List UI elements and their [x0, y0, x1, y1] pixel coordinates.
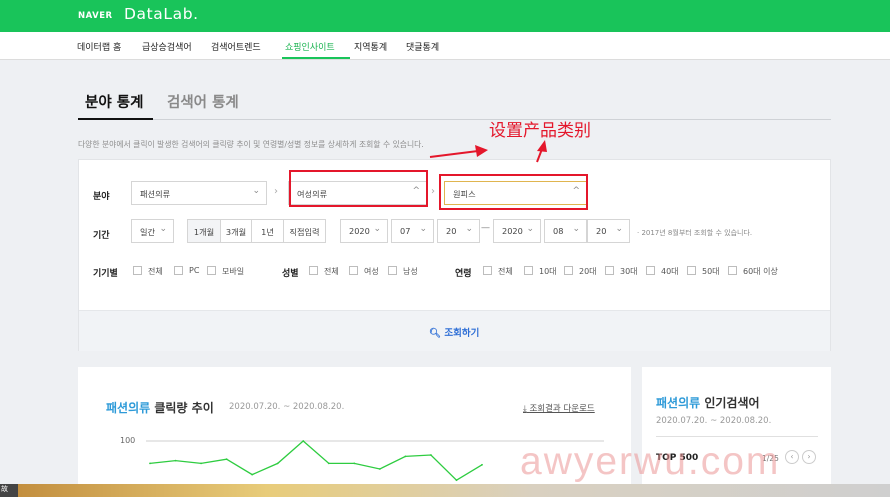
data-point-8 [353, 462, 356, 465]
data-point-6 [302, 440, 305, 442]
data-point-0 [149, 462, 151, 465]
popular-date-range: 2020.07.20. ~ 2020.08.20. [656, 416, 772, 426]
next-page-icon[interactable]: › [802, 450, 816, 464]
prev-page-icon[interactable]: ‹ [785, 450, 799, 464]
popular-title: 패션의류 인기검색어 [656, 394, 760, 411]
series-line [149, 440, 483, 482]
popular-title-rest: 인기검색어 [700, 396, 760, 410]
data-point-7 [327, 462, 330, 465]
annotation-arrow-head [537, 140, 547, 152]
taskbar-start[interactable]: 故 [0, 484, 18, 497]
popular-title-category: 패션의류 [656, 396, 701, 410]
data-point-9 [378, 468, 381, 470]
watermark: awyerwu.com [520, 440, 781, 483]
data-point-13 [481, 463, 483, 466]
data-point-4 [251, 473, 254, 476]
data-point-3 [225, 458, 228, 461]
data-point-5 [276, 462, 279, 465]
annotation-arrow-head [475, 145, 488, 157]
popular-divider [656, 436, 818, 437]
annotation-arrow-line [429, 150, 479, 158]
data-point-10 [404, 455, 407, 458]
taskbar [0, 484, 890, 497]
data-point-2 [200, 462, 202, 465]
data-point-1 [174, 459, 177, 462]
data-point-12 [455, 479, 458, 482]
data-point-11 [430, 454, 432, 456]
